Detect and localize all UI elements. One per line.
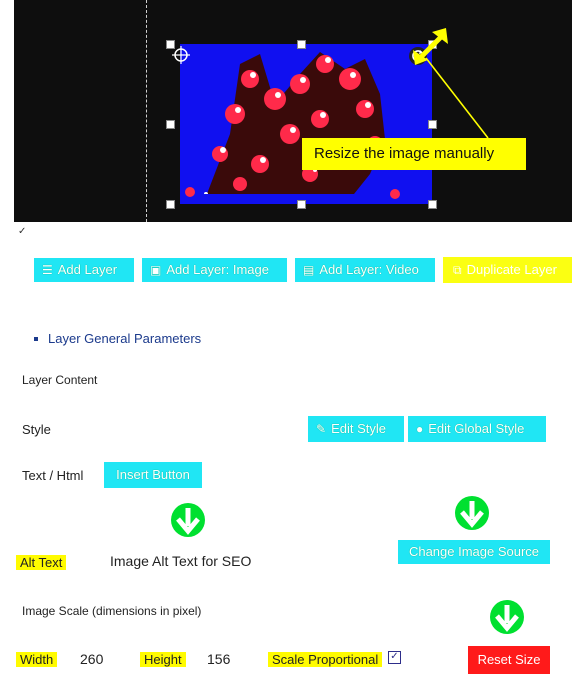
film-icon: ▤ [303, 263, 315, 277]
insert-button-button[interactable]: Insert Button [104, 462, 202, 488]
alt-text-input[interactable]: Image Alt Text for SEO [110, 553, 251, 569]
add-layer-image-button[interactable]: ▣ Add Layer: Image [142, 258, 287, 282]
resize-handle-bottom-left[interactable] [166, 200, 175, 209]
add-layer-button[interactable]: ☰ Add Layer [34, 258, 134, 282]
height-label: Height [140, 652, 186, 667]
add-layer-video-button[interactable]: ▤ Add Layer: Video [295, 258, 435, 282]
image-icon: ▣ [150, 263, 162, 277]
section-title[interactable]: Layer General Parameters [48, 331, 201, 346]
annotation-arrows [413, 28, 489, 139]
pencil-icon: ✎ [316, 422, 327, 436]
copy-icon: ⧉ [453, 263, 462, 277]
arrow-down-icon [490, 600, 524, 634]
arrow-down-icon [455, 496, 489, 530]
style-label: Style [22, 422, 51, 437]
edit-global-style-button[interactable]: ● Edit Global Style [408, 416, 546, 442]
resize-tooltip: Resize the image manually [302, 138, 526, 170]
duplicate-layer-button[interactable]: ⧉ Duplicate Layer [443, 257, 572, 283]
change-image-source-button[interactable]: Change Image Source [398, 540, 550, 564]
layer-content-label: Layer Content [22, 373, 98, 387]
image-scale-label: Image Scale (dimensions in pixel) [22, 604, 202, 618]
height-input[interactable]: 156 [207, 651, 230, 667]
width-input[interactable]: 260 [80, 651, 103, 667]
width-label: Width [16, 652, 58, 667]
move-crosshair-icon[interactable] [172, 46, 190, 64]
resize-handle-bottom-right[interactable] [428, 200, 437, 209]
scale-proportional-checkbox[interactable]: ✓ [388, 651, 401, 664]
alt-text-label: Alt Text [16, 555, 67, 570]
reset-size-button[interactable]: Reset Size [468, 646, 550, 674]
scale-proportional-label: Scale Proportional [268, 652, 383, 667]
globe-icon: ● [416, 422, 424, 436]
edit-style-button[interactable]: ✎ Edit Style [308, 416, 404, 442]
check-mark-icon: ✓ [18, 226, 27, 237]
resize-handle-left[interactable] [166, 120, 175, 129]
section-bullet-icon [34, 337, 38, 341]
arrow-down-icon [171, 503, 205, 537]
layers-icon: ☰ [42, 263, 53, 277]
guide-line [146, 0, 147, 222]
resize-handle-bottom[interactable] [297, 200, 306, 209]
text-html-label: Text / Html [22, 468, 84, 483]
